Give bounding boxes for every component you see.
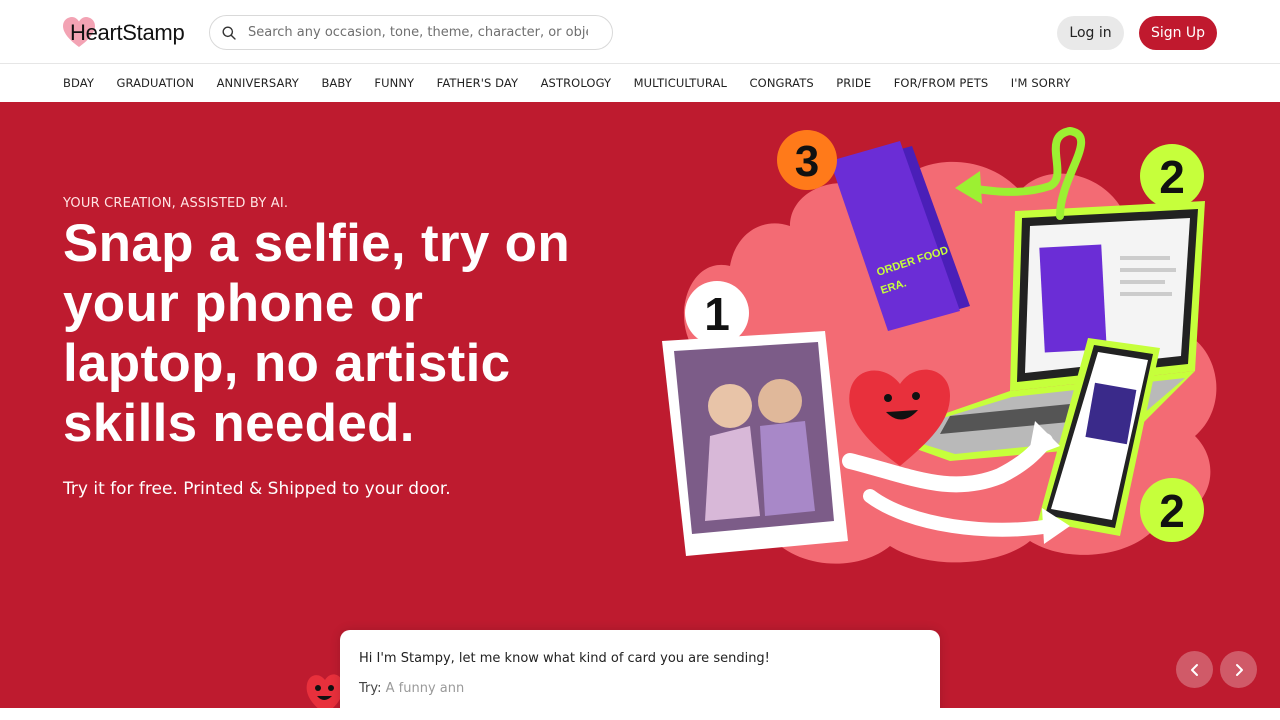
page-bottom-strip	[0, 708, 1280, 720]
search-bar[interactable]	[209, 15, 613, 50]
step-number: 2	[1159, 485, 1185, 537]
nav-item-fathers-day[interactable]: FATHER'S DAY	[437, 76, 518, 90]
step-number: 3	[795, 137, 819, 186]
step-badge-2-bottom: 2	[1140, 478, 1204, 542]
login-button[interactable]: Log in	[1057, 16, 1124, 50]
chat-message: Hi I'm Stampy, let me know what kind of …	[359, 651, 770, 666]
chat-try-label: Try:	[359, 681, 382, 696]
carousel-prev-button[interactable]	[1176, 651, 1213, 688]
nav-item-for-from-pets[interactable]: FOR/FROM PETS	[894, 76, 989, 90]
step-number: 2	[1159, 151, 1185, 203]
hero-subline: Try it for free. Printed & Shipped to yo…	[63, 479, 451, 499]
nav-item-anniversary[interactable]: ANNIVERSARY	[217, 76, 299, 90]
nav-item-astrology[interactable]: ASTROLOGY	[541, 76, 612, 90]
nav-item-congrats[interactable]: CONGRATS	[750, 76, 814, 90]
hero-banner: YOUR CREATION, ASSISTED BY AI. Snap a se…	[0, 102, 1280, 708]
chevron-left-icon	[1190, 663, 1198, 676]
nav-item-bday[interactable]: BDAY	[63, 76, 94, 90]
step-number: 1	[704, 288, 730, 340]
nav-item-graduation[interactable]: GRADUATION	[116, 76, 194, 90]
brand-name: HeartStamp	[70, 20, 185, 45]
step-badge-1: 1	[685, 281, 749, 345]
chevron-right-icon	[1235, 663, 1243, 676]
site-header: HeartStamp Log in Sign Up	[0, 0, 1280, 64]
search-icon	[222, 26, 236, 40]
hero-eyebrow: YOUR CREATION, ASSISTED BY AI.	[63, 196, 289, 211]
category-nav: BDAY GRADUATION ANNIVERSARY BABY FUNNY F…	[0, 64, 1280, 102]
logo[interactable]: HeartStamp	[62, 16, 185, 50]
stampy-chat-box[interactable]: Hi I'm Stampy, let me know what kind of …	[340, 630, 940, 720]
nav-item-im-sorry[interactable]: I'M SORRY	[1011, 76, 1071, 90]
selfie-photo	[662, 331, 848, 556]
signup-button[interactable]: Sign Up	[1139, 16, 1217, 50]
carousel-next-button[interactable]	[1220, 651, 1257, 688]
nav-item-pride[interactable]: PRIDE	[836, 76, 871, 90]
step-badge-2-top: 2	[1140, 144, 1204, 208]
search-input[interactable]	[248, 25, 588, 40]
hero-illustration: ORDER FOOD ERA. 1 2 3 2	[662, 126, 1217, 564]
nav-item-multicultural[interactable]: MULTICULTURAL	[634, 76, 727, 90]
chat-try-prompt[interactable]: Try: A funny ann	[359, 681, 464, 696]
chat-try-value: A funny ann	[385, 681, 465, 696]
hero-headline: Snap a selfie, try on your phone or lapt…	[63, 214, 571, 453]
nav-item-funny[interactable]: FUNNY	[374, 76, 414, 90]
nav-item-baby[interactable]: BABY	[321, 76, 351, 90]
step-badge-3: 3	[777, 130, 837, 190]
